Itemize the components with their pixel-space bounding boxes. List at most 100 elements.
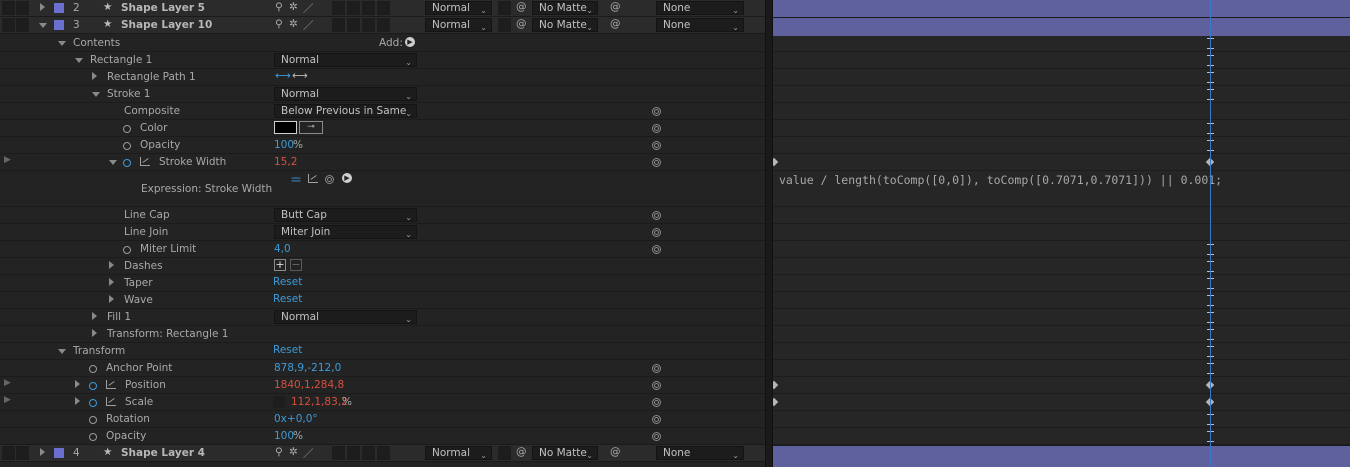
taper-reset-link[interactable]: Reset (273, 276, 302, 288)
audio-switch[interactable] (16, 1, 29, 15)
stroke-blend-dropdown[interactable]: Normal ⌄ (274, 87, 417, 101)
fx-switch[interactable] (332, 18, 345, 32)
quality-icon[interactable]: ／ (303, 446, 314, 461)
graph-icon[interactable] (140, 157, 150, 166)
layer-duration-bar[interactable] (773, 445, 1350, 467)
line-join-dropdown[interactable]: Miter Join ⌄ (274, 225, 417, 239)
rectangle-group[interactable]: Rectangle 1 Normal ⌄ (0, 52, 765, 69)
miter-limit-value[interactable]: 4,0 (274, 243, 291, 255)
collapse-arrow-icon[interactable] (109, 160, 117, 165)
collapse-icon[interactable]: ✲ (289, 18, 298, 30)
blend-mode-dropdown[interactable]: Normal ⌄ (425, 446, 492, 460)
motion-blur-switch[interactable] (347, 1, 360, 15)
line-cap-dropdown[interactable]: Butt Cap ⌄ (274, 208, 417, 222)
layer-row[interactable]: 4 ★ Shape Layer 4 ⚲ ✲ ／ Normal ⌄ @ No Mat… (0, 445, 765, 462)
fx-switch[interactable] (332, 446, 345, 460)
stopwatch-icon[interactable] (89, 399, 97, 407)
remove-dash-icon[interactable]: − (290, 259, 302, 271)
collapse-arrow-icon[interactable] (92, 92, 100, 97)
graph-icon[interactable] (308, 174, 318, 183)
expand-arrow-icon[interactable] (92, 72, 97, 80)
stopwatch-icon[interactable] (123, 142, 131, 150)
expand-arrow-icon[interactable] (109, 261, 114, 269)
spiral-icon[interactable]: @ (516, 18, 527, 30)
stopwatch-icon[interactable] (89, 433, 97, 441)
add-dash-icon[interactable]: + (274, 259, 286, 271)
path-direction-icon[interactable]: ⟷ (275, 69, 291, 82)
motion-blur-switch[interactable] (347, 18, 360, 32)
spiral-icon[interactable] (652, 364, 661, 373)
expression-editor-row[interactable]: value / length(toComp([0,0]), toComp([0.… (773, 171, 1350, 207)
label-color-swatch[interactable] (54, 20, 64, 30)
parent-pickwhip-icon[interactable]: @ (610, 1, 621, 13)
color-swatch[interactable] (274, 121, 297, 134)
wave-reset-link[interactable]: Reset (273, 293, 302, 305)
adjustment-switch[interactable] (362, 1, 375, 15)
3d-switch[interactable] (377, 446, 390, 460)
shy-icon[interactable]: ⚲ (275, 18, 283, 30)
blend-mode-dropdown[interactable]: Normal ⌄ (425, 18, 492, 32)
transform-reset-link[interactable]: Reset (273, 344, 302, 356)
spiral-icon[interactable] (652, 158, 661, 167)
taper-group[interactable]: Taper Reset (0, 275, 765, 292)
layer-name[interactable]: Shape Layer 10 (121, 19, 212, 31)
track-matte-dropdown[interactable]: No Matte ⌄ (532, 446, 598, 460)
rectangle-path-group[interactable]: Rectangle Path 1 ⟷ ⟷ (0, 69, 765, 86)
track-matte-dropdown[interactable]: No Matte ⌄ (532, 18, 598, 32)
spiral-icon[interactable] (652, 415, 661, 424)
label-color-swatch[interactable] (54, 448, 64, 458)
preserve-transparency[interactable] (498, 1, 511, 15)
dashes-group[interactable]: Dashes + − (0, 258, 765, 275)
expression-enable-icon[interactable]: ＝ (290, 171, 302, 188)
contents-group[interactable]: Contents Add: ▶ (0, 35, 765, 52)
spiral-icon[interactable] (652, 211, 661, 220)
timeline-area[interactable]: value / length(toComp([0,0]), toComp([0.… (773, 0, 1350, 467)
3d-switch[interactable] (377, 1, 390, 15)
wave-group[interactable]: Wave Reset (0, 292, 765, 309)
expression-language-menu-icon[interactable]: ▶ (342, 173, 352, 183)
collapse-icon[interactable]: ✲ (289, 1, 298, 13)
add-label[interactable]: Add: (379, 37, 403, 49)
current-time-indicator[interactable] (1210, 0, 1211, 467)
keyframe-nav-icon[interactable]: ▶ (4, 395, 11, 405)
stopwatch-icon[interactable] (123, 246, 131, 254)
stopwatch-icon[interactable] (89, 382, 97, 390)
shy-icon[interactable]: ⚲ (275, 1, 283, 13)
quality-icon[interactable]: ／ (303, 1, 314, 16)
parent-dropdown[interactable]: None ⌄ (656, 18, 744, 32)
parent-dropdown[interactable]: None ⌄ (656, 1, 744, 15)
keyframe-nav-icon[interactable]: ▶ (4, 155, 11, 165)
rectangle-blend-dropdown[interactable]: Normal ⌄ (274, 53, 417, 67)
shy-icon[interactable]: ⚲ (275, 446, 283, 458)
fx-switch[interactable] (332, 1, 345, 15)
blend-mode-dropdown[interactable]: Normal ⌄ (425, 1, 492, 15)
expand-arrow-icon[interactable] (40, 3, 45, 11)
layer-row[interactable]: 2 ★ Shape Layer 5 ⚲ ✲ ／ Normal ⌄ @ No Mat… (0, 0, 765, 17)
label-color-swatch[interactable] (54, 3, 64, 13)
expand-arrow-icon[interactable] (109, 295, 114, 303)
stopwatch-icon[interactable] (89, 365, 97, 373)
adjustment-switch[interactable] (362, 446, 375, 460)
stopwatch-icon[interactable] (123, 125, 131, 133)
adjustment-switch[interactable] (362, 18, 375, 32)
opacity-value[interactable]: 100 (274, 430, 294, 442)
audio-switch[interactable] (16, 18, 29, 32)
composite-dropdown[interactable]: Below Previous in Same ⌄ (274, 104, 417, 118)
expand-arrow-icon[interactable] (92, 329, 97, 337)
layer-name[interactable]: Shape Layer 4 (121, 447, 205, 459)
spiral-icon[interactable] (652, 381, 661, 390)
stopwatch-icon[interactable] (123, 159, 131, 167)
fill-group[interactable]: Fill 1 Normal ⌄ (0, 309, 765, 326)
stroke-group[interactable]: Stroke 1 Normal ⌄ (0, 86, 765, 103)
graph-icon[interactable] (106, 380, 116, 389)
spiral-icon[interactable] (652, 107, 661, 116)
transform-rectangle-group[interactable]: Transform: Rectangle 1 (0, 326, 765, 343)
expand-arrow-icon[interactable] (75, 380, 80, 388)
pickwhip-icon[interactable] (325, 175, 334, 184)
keyframe-nav-icon[interactable]: ▶ (4, 378, 11, 388)
motion-blur-switch[interactable] (347, 446, 360, 460)
preserve-transparency[interactable] (498, 18, 511, 32)
constrain-proportions-icon[interactable] (273, 396, 285, 408)
add-menu-icon[interactable]: ▶ (405, 37, 415, 47)
expression-text[interactable]: value / length(toComp([0,0]), toComp([0.… (779, 173, 1222, 187)
